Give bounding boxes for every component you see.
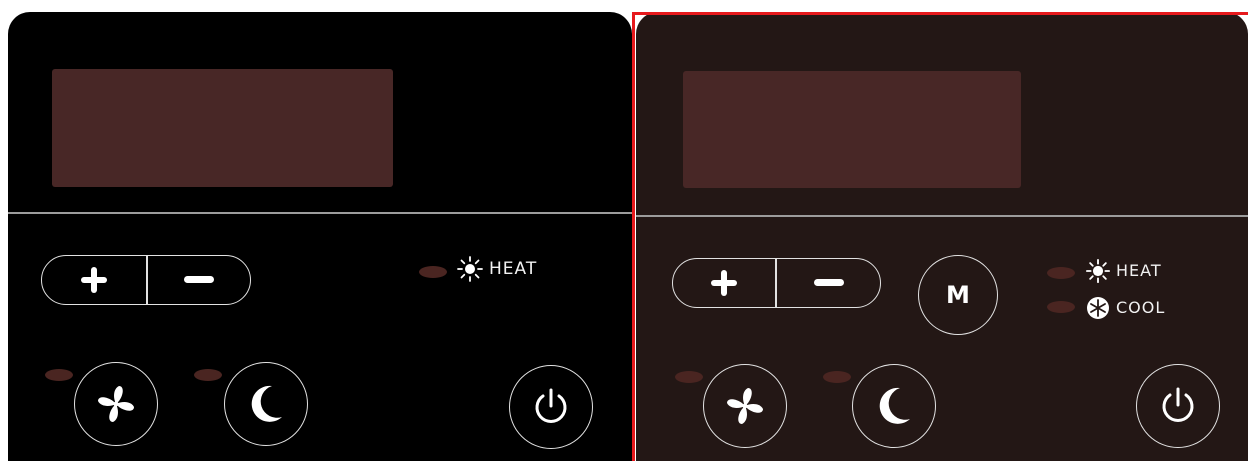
increase-button[interactable] bbox=[42, 256, 146, 304]
panel-divider bbox=[636, 215, 1248, 217]
fan-button[interactable] bbox=[74, 362, 158, 446]
plus-icon bbox=[81, 267, 107, 293]
moon-icon bbox=[879, 387, 910, 424]
sleep-indicator-led bbox=[194, 369, 222, 381]
temperature-adjust-control bbox=[41, 255, 251, 305]
heat-indicator-led bbox=[1047, 267, 1075, 279]
decrease-button[interactable] bbox=[777, 259, 880, 307]
digital-display bbox=[683, 71, 1021, 188]
fan-icon bbox=[727, 388, 763, 424]
fan-indicator-led bbox=[45, 369, 73, 381]
mode-button[interactable]: M bbox=[918, 255, 998, 335]
heat-mode-label: HEAT bbox=[457, 256, 537, 282]
sleep-button[interactable] bbox=[852, 364, 936, 448]
minus-icon bbox=[813, 279, 844, 286]
control-panel-comparison: HEAT M HEAT COOL bbox=[0, 0, 1250, 461]
fan-indicator-led bbox=[675, 371, 703, 383]
digital-display bbox=[52, 69, 393, 187]
sun-icon bbox=[1086, 259, 1110, 283]
control-panel-heat-cool: M HEAT COOL bbox=[636, 12, 1248, 461]
fan-button[interactable] bbox=[703, 364, 787, 448]
power-icon bbox=[535, 388, 567, 423]
power-button[interactable] bbox=[509, 365, 593, 449]
sun-icon bbox=[457, 256, 483, 282]
cool-indicator-led bbox=[1047, 301, 1075, 313]
power-icon bbox=[1162, 387, 1194, 422]
temperature-adjust-control bbox=[672, 258, 881, 308]
mode-button-label: M bbox=[946, 281, 970, 309]
power-button[interactable] bbox=[1136, 364, 1220, 448]
panel-divider bbox=[8, 212, 632, 214]
decrease-button[interactable] bbox=[148, 256, 250, 304]
heat-label-text: HEAT bbox=[489, 258, 538, 279]
heat-label-text: HEAT bbox=[1116, 261, 1162, 280]
snowflake-icon bbox=[1087, 297, 1109, 319]
fan-icon bbox=[98, 386, 134, 422]
increase-button[interactable] bbox=[673, 259, 775, 307]
minus-icon bbox=[184, 276, 214, 283]
cool-mode-label: COOL bbox=[1086, 296, 1165, 320]
control-panel-heat-only: HEAT bbox=[8, 12, 632, 461]
sleep-button[interactable] bbox=[224, 362, 308, 446]
sleep-indicator-led bbox=[823, 371, 851, 383]
plus-icon bbox=[711, 270, 737, 296]
cool-label-text: COOL bbox=[1116, 298, 1166, 317]
heat-mode-label: HEAT bbox=[1086, 259, 1162, 283]
heat-indicator-led bbox=[419, 266, 447, 278]
moon-icon bbox=[251, 385, 282, 422]
